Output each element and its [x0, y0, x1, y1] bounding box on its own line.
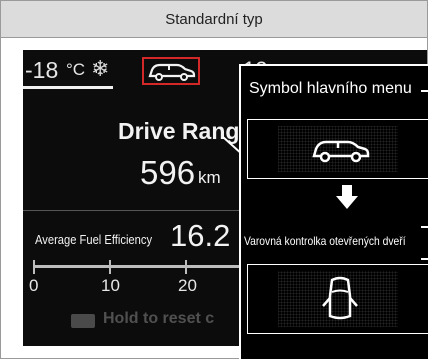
callout-marker — [421, 258, 428, 260]
callout-marker — [421, 90, 428, 92]
drive-range-unit: km — [198, 168, 221, 187]
scale-label-0: 0 — [29, 276, 39, 295]
divider — [23, 210, 255, 211]
car-open-doors-icon — [322, 276, 358, 320]
avg-fuel-value: 16.2 — [170, 218, 231, 253]
door-warning-box — [247, 264, 428, 334]
scale-line — [33, 265, 263, 268]
header-title: Standardní typ — [165, 10, 263, 28]
door-warning-label: Varovná kontrolka otevřených dveří — [244, 234, 406, 248]
callout-panel: Symbol hlavního menu Varovná kontrolka o… — [239, 64, 428, 359]
figure-header: Standardní typ — [1, 1, 427, 38]
down-arrow-icon — [336, 185, 358, 209]
hold-reset-text: Hold to reset c — [103, 310, 215, 327]
figure-frame: Standardní typ -18 °C ❄ 12 Drive Range 5… — [0, 0, 428, 359]
car-icon — [148, 63, 196, 81]
enter-key-icon — [71, 314, 95, 328]
scale-label-1: 10 — [101, 276, 120, 295]
snowflake-icon: ❄ — [91, 56, 110, 81]
scale-tick — [185, 260, 187, 274]
menu-symbol-label: Symbol hlavního menu — [249, 80, 412, 97]
fuel-scale — [33, 258, 263, 274]
temperature-unit: °C — [66, 60, 86, 79]
callout-marker — [421, 226, 428, 228]
drive-range-label: Drive Range — [118, 118, 253, 144]
outside-temperature: -18 — [25, 57, 59, 83]
drive-range-value: 596 — [140, 154, 196, 191]
avg-fuel-label: Average Fuel Efficiency — [35, 232, 153, 247]
temperature-underline — [23, 86, 113, 89]
scale-tick — [109, 260, 111, 274]
car-icon — [312, 140, 370, 163]
scale-tick — [33, 260, 35, 274]
scale-label-2: 20 — [178, 276, 197, 295]
car-icon-highlight — [142, 57, 200, 85]
menu-symbol-box — [247, 119, 428, 179]
